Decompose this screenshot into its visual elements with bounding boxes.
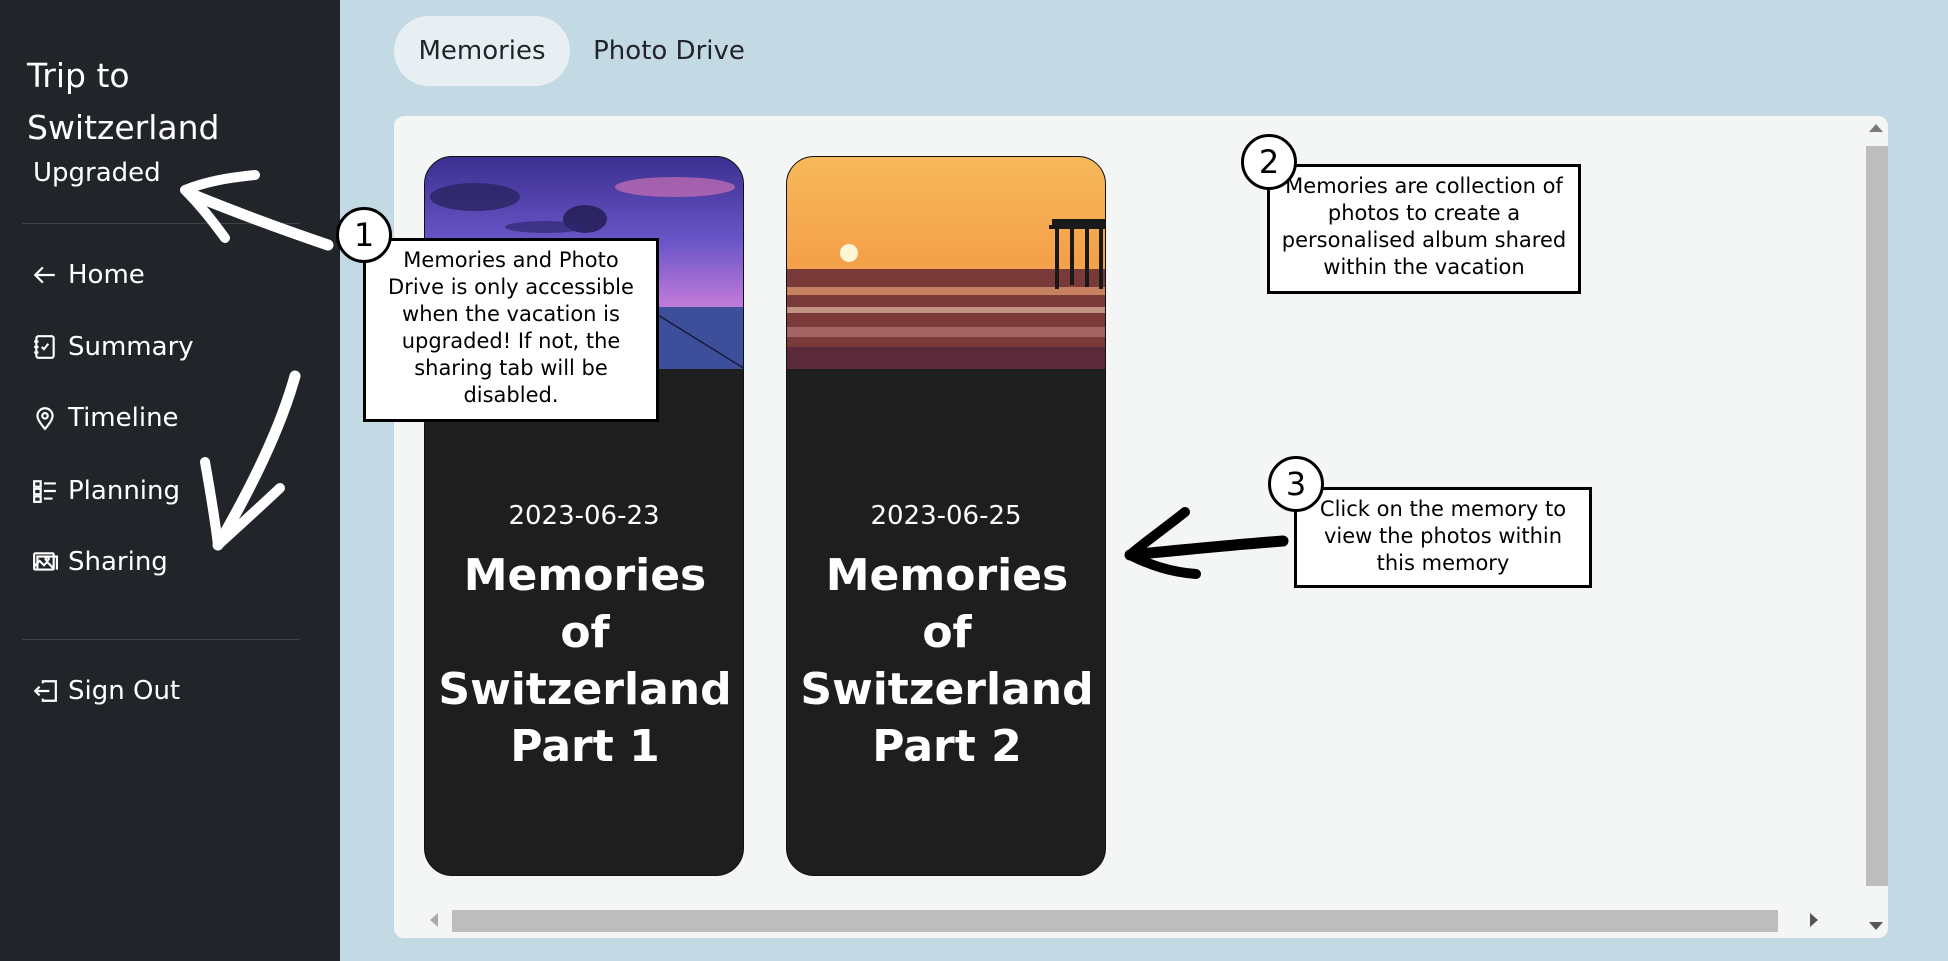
- sidebar-item-timeline[interactable]: Timeline: [30, 403, 179, 433]
- sidebar-item-planning[interactable]: Planning: [30, 476, 180, 506]
- images-icon: [30, 547, 60, 577]
- sign-out-label: Sign Out: [68, 676, 181, 706]
- annotation-1-number: 1: [336, 207, 392, 263]
- sidebar-item-label: Planning: [68, 476, 180, 506]
- sidebar-item-label: Summary: [68, 332, 194, 362]
- horizontal-scrollbar[interactable]: [424, 908, 1824, 932]
- sidebar-item-sharing[interactable]: Sharing: [30, 547, 168, 577]
- sidebar-divider: [22, 639, 300, 640]
- memory-title: Memories of Switzerland Part 2: [800, 550, 1094, 772]
- vertical-scrollbar[interactable]: [1864, 116, 1888, 938]
- memory-date: 2023-06-23: [508, 501, 660, 531]
- sidebar: Trip to Switzerland Upgraded Home Summar…: [0, 0, 340, 961]
- sidebar-item-label: Timeline: [68, 403, 179, 433]
- sign-out-button[interactable]: Sign Out: [30, 676, 180, 706]
- box-arrow-left-icon: [30, 676, 60, 706]
- memory-card[interactable]: 2023-06-25 Memories of Switzerland Part …: [786, 156, 1106, 876]
- geo-pin-icon: [30, 403, 60, 433]
- scroll-up-icon[interactable]: [1869, 124, 1883, 132]
- journal-check-icon: [30, 332, 60, 362]
- sidebar-item-home[interactable]: Home: [30, 260, 145, 290]
- annotation-3-note: Click on the memory to view the photos w…: [1294, 487, 1592, 588]
- sidebar-item-label: Home: [68, 260, 145, 290]
- memory-date: 2023-06-25: [870, 501, 1022, 531]
- sidebar-divider: [22, 223, 300, 224]
- arrow-left-icon: [30, 260, 60, 290]
- scroll-down-icon[interactable]: [1869, 922, 1883, 930]
- annotation-1-note: Memories and Photo Drive is only accessi…: [363, 238, 659, 422]
- annotation-2-number: 2: [1241, 134, 1297, 190]
- tab-photo-drive[interactable]: Photo Drive: [584, 16, 754, 86]
- scroll-left-icon[interactable]: [430, 913, 438, 927]
- annotation-3-number: 3: [1268, 456, 1324, 512]
- annotation-2-note: Memories are collection of photos to cre…: [1267, 164, 1581, 294]
- sidebar-item-label: Sharing: [68, 547, 168, 577]
- tab-memories[interactable]: Memories: [394, 16, 570, 86]
- memory-title: Memories of Switzerland Part 1: [438, 550, 732, 772]
- memory-cover-image: [787, 157, 1105, 369]
- trip-title: Trip to Switzerland: [27, 56, 220, 147]
- upgraded-badge: Upgraded: [33, 158, 161, 188]
- sidebar-item-summary[interactable]: Summary: [30, 332, 194, 362]
- scrollbar-thumb[interactable]: [452, 910, 1778, 932]
- checklist-icon: [30, 476, 60, 506]
- scroll-right-icon[interactable]: [1810, 913, 1818, 927]
- scrollbar-thumb[interactable]: [1866, 146, 1888, 886]
